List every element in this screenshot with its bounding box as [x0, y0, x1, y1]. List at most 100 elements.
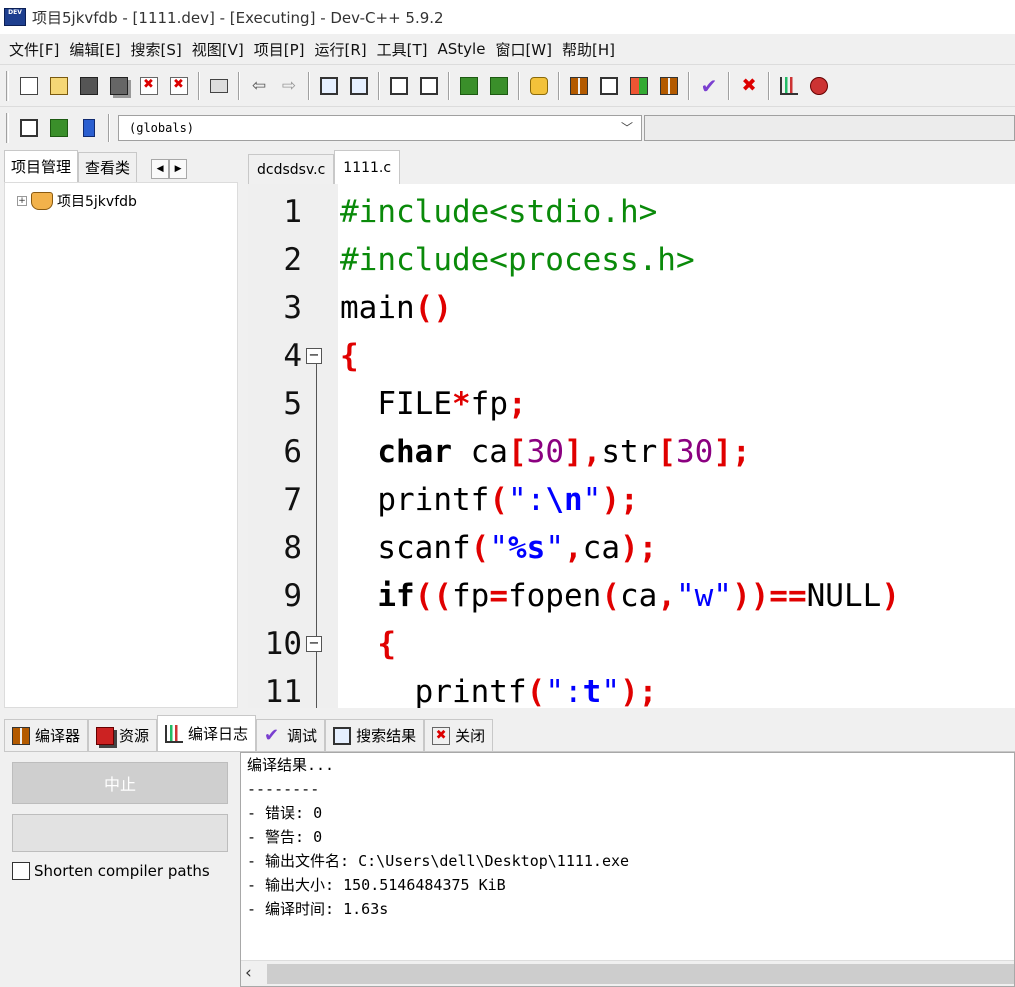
remove-from-project-button[interactable]: [486, 73, 512, 99]
resources-icon: [96, 726, 115, 745]
project-options-icon: [530, 76, 548, 95]
fold-collapse-icon[interactable]: −: [306, 348, 322, 364]
code-text: char ca[30],str[30];: [377, 434, 751, 470]
tab-debug[interactable]: ✔ 调试: [256, 719, 326, 751]
compile-icon: [570, 76, 588, 95]
add-to-project-icon: [460, 76, 478, 95]
add-to-project-button[interactable]: [456, 73, 482, 99]
window-title: 项目5jkvfdb - [1111.dev] - [Executing] - D…: [32, 8, 444, 27]
toolbar-separator: [308, 71, 310, 100]
rebuild-all-button[interactable]: [656, 73, 682, 99]
compile-button[interactable]: [566, 73, 592, 99]
member-select[interactable]: [644, 114, 1015, 141]
scroll-left-arrow-icon[interactable]: ‹: [245, 963, 252, 983]
tab-label: 搜索结果: [356, 727, 417, 745]
shorten-paths-option[interactable]: Shorten compiler paths: [12, 862, 210, 880]
line-number: 2: [283, 242, 302, 278]
menu-bar: 文件[F] 编辑[E] 搜索[S] 视图[V] 项目[P] 运行[R] 工具[T…: [0, 34, 1015, 64]
close-all-button[interactable]: [166, 73, 192, 99]
save-button[interactable]: [76, 73, 102, 99]
new-file-button[interactable]: [16, 73, 42, 99]
project-options-button[interactable]: [526, 73, 552, 99]
tab-resources[interactable]: 资源: [88, 719, 158, 751]
goto-bookmark-button[interactable]: [76, 115, 102, 141]
tab-project-manager[interactable]: 项目管理: [4, 150, 79, 182]
toggle-bookmark-button[interactable]: [46, 115, 72, 141]
shorten-paths-checkbox[interactable]: [12, 862, 30, 880]
rebuild-all-icon: [660, 76, 678, 95]
tab-close[interactable]: ✖ 关闭: [424, 719, 494, 751]
scope-select[interactable]: (globals) ﹀: [118, 114, 642, 141]
scrollbar-thumb[interactable]: [267, 964, 1014, 984]
tab-class-browser[interactable]: 查看类: [78, 152, 138, 182]
menu-help[interactable]: 帮助[H]: [557, 39, 620, 60]
close-file-button[interactable]: [136, 73, 162, 99]
code-line: 11 printf(":t");: [248, 668, 658, 708]
menu-run[interactable]: 运行[R]: [309, 39, 371, 60]
menu-tools[interactable]: 工具[T]: [372, 39, 433, 60]
scroll-left-icon[interactable]: ◀: [151, 159, 170, 179]
goto-bookmark-icon: [83, 118, 95, 137]
indent-button[interactable]: [416, 73, 442, 99]
tab-compiler[interactable]: 编译器: [4, 719, 89, 751]
find-button[interactable]: [316, 73, 342, 99]
code-editor[interactable]: 1 #include<stdio.h> 2 #include<process.h…: [248, 184, 1015, 708]
run-button[interactable]: [596, 73, 622, 99]
replace-button[interactable]: [346, 73, 372, 99]
scroll-right-icon[interactable]: ▶: [169, 159, 188, 179]
toolbar-separator: [558, 71, 560, 100]
redo-button[interactable]: ⇨: [276, 73, 302, 99]
menu-search[interactable]: 搜索[S]: [126, 39, 187, 60]
save-all-button[interactable]: [106, 73, 132, 99]
menu-file[interactable]: 文件[F]: [4, 39, 64, 60]
title-bar: DEV 项目5jkvfdb - [1111.dev] - [Executing]…: [0, 0, 1015, 34]
menu-edit[interactable]: 编辑[E]: [64, 39, 125, 60]
syntax-check-button[interactable]: ✔: [696, 73, 722, 99]
new-file-icon: [20, 76, 38, 95]
check-icon: ✔: [700, 73, 718, 98]
save-all-icon: [110, 76, 128, 95]
insert-button[interactable]: [16, 115, 42, 141]
open-folder-icon: [50, 76, 68, 95]
print-button[interactable]: [206, 73, 232, 99]
goto-line-button[interactable]: [386, 73, 412, 99]
devcpp-app-icon: DEV: [4, 8, 26, 26]
fold-collapse-icon[interactable]: −: [306, 636, 322, 652]
stop-execution-button[interactable]: ✖: [736, 73, 762, 99]
compile-log[interactable]: 编译结果... -------- - 错误: 0 - 警告: 0 - 输出文件名…: [240, 752, 1015, 987]
profile-button[interactable]: [776, 73, 802, 99]
tab-dcdsdsv-c[interactable]: dcdsdsv.c: [248, 154, 335, 184]
toolbar-grip[interactable]: [6, 112, 9, 143]
menu-astyle[interactable]: AStyle: [433, 40, 491, 58]
code-line: 2 #include<process.h>: [248, 236, 694, 284]
compile-run-button[interactable]: [626, 73, 652, 99]
close-all-icon: [170, 76, 188, 95]
compile-progress-bar: [12, 814, 228, 852]
tab-compile-log[interactable]: 编译日志: [157, 715, 257, 751]
toolbar-grip[interactable]: [6, 70, 9, 101]
toolbar-separator: [108, 113, 110, 142]
menu-view[interactable]: 视图[V]: [187, 39, 249, 60]
abort-button[interactable]: 中止: [12, 762, 228, 804]
tab-search-results[interactable]: 搜索结果: [325, 719, 425, 751]
tab-1111-c[interactable]: 1111.c: [334, 150, 401, 184]
code-line: 9 if((fp=fopen(ca,"w"))==NULL): [248, 572, 900, 620]
stop-icon: ✖: [741, 74, 757, 96]
redo-icon: ⇨: [281, 75, 297, 96]
log-line: 编译结果...: [247, 756, 335, 774]
horizontal-scrollbar[interactable]: ‹: [241, 960, 1014, 986]
code-text: FILE*fp;: [340, 386, 527, 422]
toolbar-separator: [728, 71, 730, 100]
menu-window[interactable]: 窗口[W]: [490, 39, 557, 60]
menu-project[interactable]: 项目[P]: [249, 39, 310, 60]
delete-profile-button[interactable]: [806, 73, 832, 99]
tree-node-project[interactable]: + 项目5jkvfdb: [17, 191, 137, 211]
remove-from-project-icon: [490, 76, 508, 95]
chevron-down-icon[interactable]: ﹀: [621, 119, 633, 136]
class-toolbar: (globals) ﹀: [0, 106, 1015, 148]
open-file-button[interactable]: [46, 73, 72, 99]
project-tree: + 项目5jkvfdb: [4, 182, 238, 708]
code-line: 8 scanf("%s",ca);: [248, 524, 657, 572]
undo-button[interactable]: ⇦: [246, 73, 272, 99]
expand-icon[interactable]: +: [17, 196, 27, 206]
